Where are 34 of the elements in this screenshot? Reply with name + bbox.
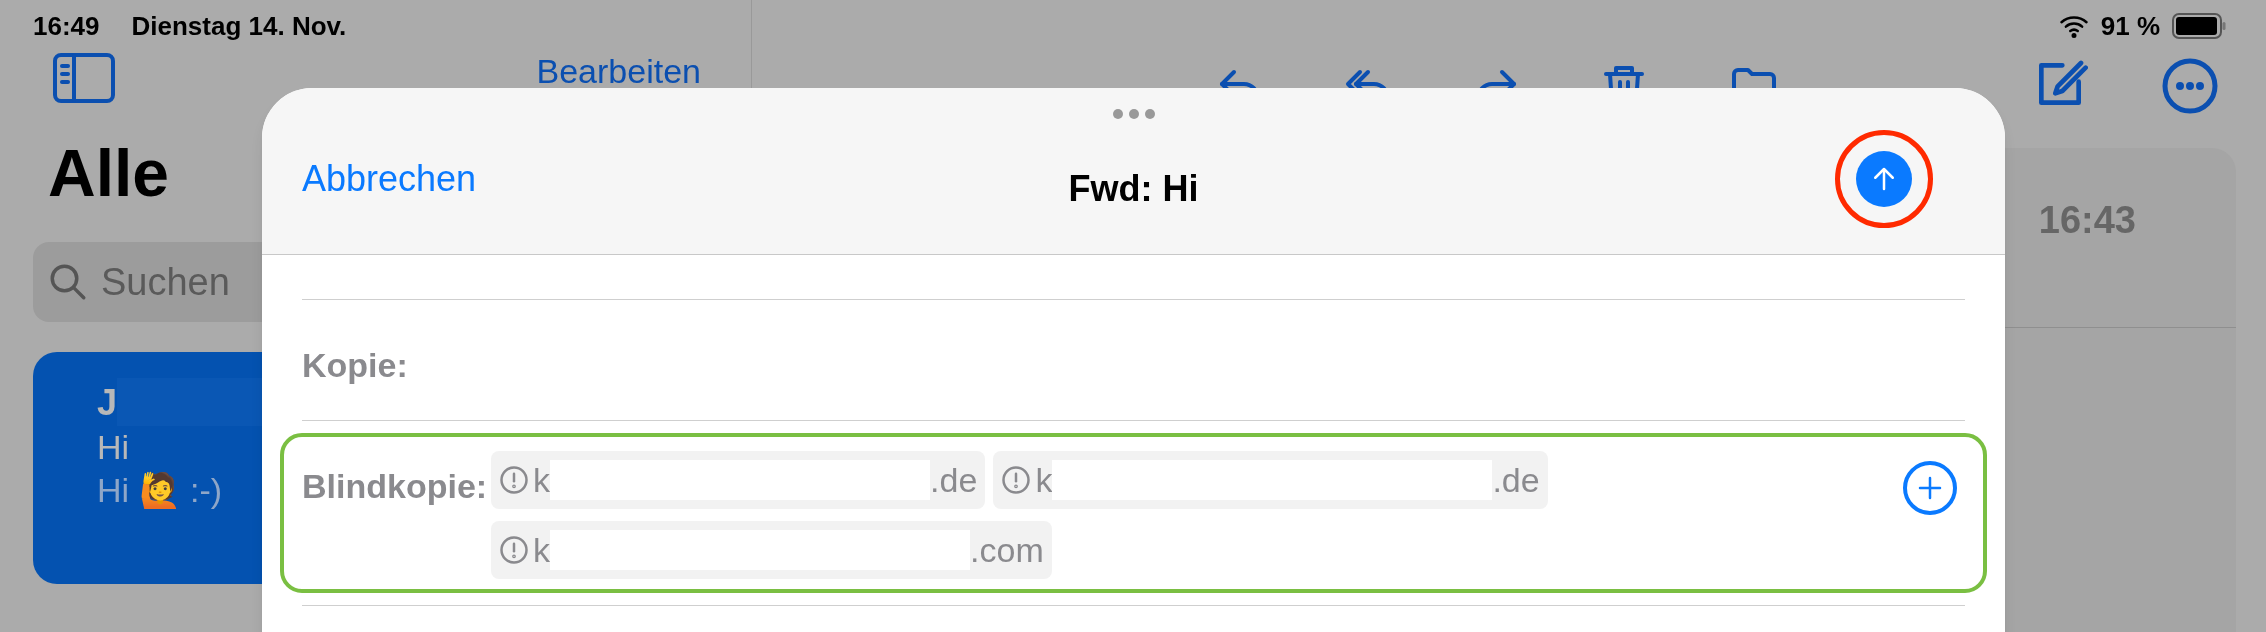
alert-icon	[499, 535, 530, 565]
more-icon[interactable]	[2160, 56, 2220, 116]
recipient-token[interactable]: k .de	[993, 451, 1548, 509]
grabber-icon[interactable]	[1112, 109, 1155, 119]
recipient-field[interactable]: Blindkopie: k .de k .de k .com	[280, 433, 1987, 593]
wifi-icon	[2058, 13, 2089, 39]
compose-title: Fwd: Hi	[1068, 167, 1199, 211]
address-start: k	[1035, 459, 1053, 501]
address-start: k	[533, 459, 551, 501]
battery-percent: 91 %	[2100, 9, 2160, 43]
field-label: Blindkopie:	[302, 466, 488, 507]
mailbox-title: Alle	[48, 140, 170, 206]
alert-icon	[1001, 465, 1032, 495]
cancel-button[interactable]: Abbrechen	[302, 152, 477, 206]
message-time: 16:43	[2038, 198, 2136, 243]
status-time: 16:49	[33, 9, 100, 43]
status-date: Dienstag 14. Nov.	[131, 9, 347, 43]
add-recipient-button[interactable]	[1903, 461, 1957, 515]
sidebar-icon[interactable]	[52, 52, 116, 104]
recipient-token[interactable]: k .com	[491, 521, 1052, 579]
address-end: .com	[970, 529, 1044, 571]
send-button[interactable]	[1856, 151, 1912, 207]
recipient-field[interactable]: Kopie:	[280, 312, 1987, 408]
field-label: Kopie:	[302, 345, 408, 386]
recipient-token[interactable]: k .de	[491, 451, 986, 509]
alert-icon	[499, 465, 530, 495]
battery-icon	[2172, 13, 2226, 39]
message-sender: J	[97, 380, 118, 425]
edit-button[interactable]: Bearbeiten	[536, 54, 701, 88]
address-end: .de	[930, 459, 978, 501]
message-subject: Hi	[97, 427, 130, 468]
address-end: .de	[1492, 459, 1540, 501]
message-preview: Hi 🙋 :-)	[97, 469, 223, 511]
address-start: k	[533, 529, 551, 571]
